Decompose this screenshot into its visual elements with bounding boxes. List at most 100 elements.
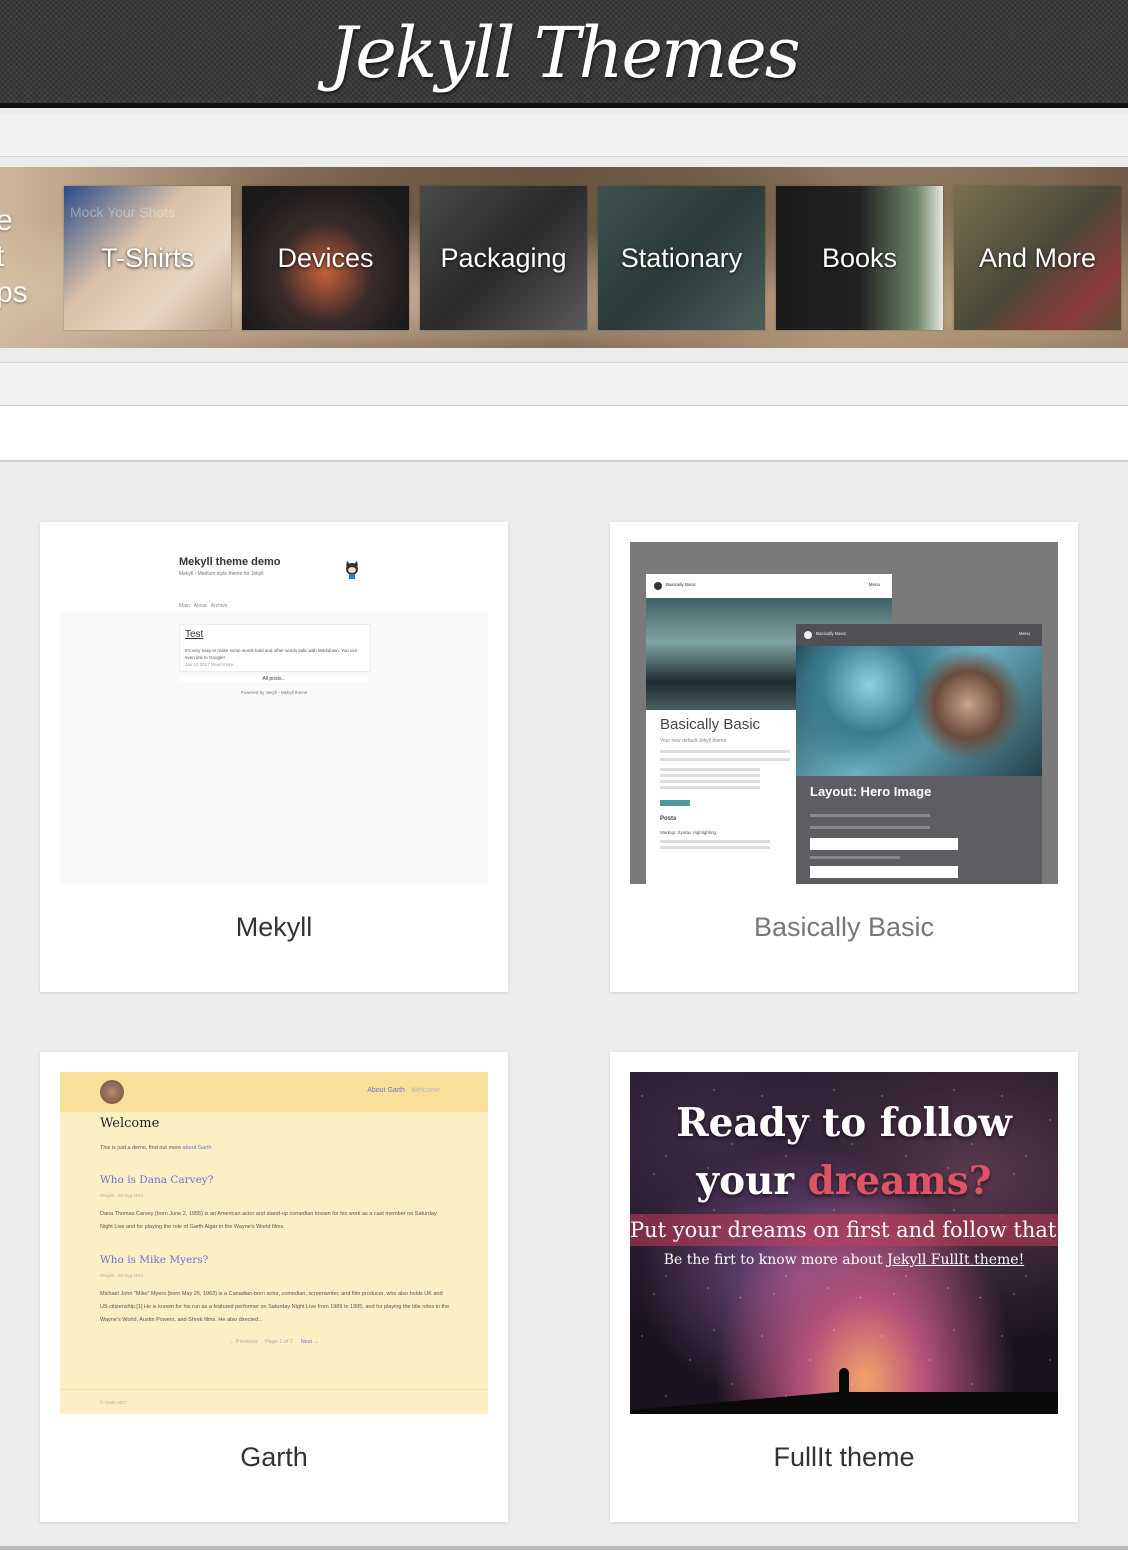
theme-card-garth[interactable]: About Garth Welcome Welcome This is just … — [40, 1052, 508, 1522]
text-line — [660, 786, 760, 789]
preview-navbar-dark: Basically Basic Menu — [796, 624, 1042, 646]
tile-label: And More — [978, 242, 1097, 273]
mockup-banner[interactable]: e t ps Mock Your Shots T-Shirts Devices … — [0, 167, 1128, 348]
preview-brand: Basically Basic — [816, 631, 847, 636]
mid-band — [0, 362, 1128, 407]
banner-tile-stationary[interactable]: Stationary — [598, 186, 765, 330]
preview-hero-title: Layout: Hero Image — [810, 784, 932, 799]
text-line — [810, 826, 930, 829]
page-bottom-divider — [0, 1546, 1128, 1550]
preview-post-meta: People · 26 Aug 2014 — [100, 1193, 144, 1198]
text-line — [660, 846, 770, 849]
tagline-link: Jekyll FullIt theme! — [887, 1252, 1025, 1268]
text-line — [810, 814, 930, 817]
theme-preview-garth[interactable]: About Garth Welcome Welcome This is just … — [60, 1072, 488, 1414]
preview-tagline: Be the firt to know more about Jekyll Fu… — [630, 1252, 1058, 1268]
preview-all-posts: All posts... — [179, 676, 369, 682]
avatar — [100, 1080, 124, 1104]
banner-tile-books[interactable]: Books — [776, 186, 943, 330]
banner-text-line: e — [0, 204, 13, 237]
preview-post-excerpt: Michael John "Mike" Myers (born May 25, … — [100, 1291, 450, 1323]
preview-nav-item: About — [193, 603, 207, 609]
preview-post: Test It's very easy to make some words b… — [179, 624, 371, 672]
tile-label: Books — [821, 242, 898, 273]
preview-menu: Menu — [1018, 631, 1030, 636]
preview-field — [810, 838, 958, 850]
tile-label: Packaging — [440, 242, 567, 273]
preview-brand: Basically Basic — [666, 582, 697, 587]
headline-highlight: dreams? — [807, 1158, 992, 1204]
preview-post-meta: Jan 10 2017 Read more... — [185, 662, 238, 667]
text-line — [810, 856, 900, 859]
preview-post-excerpt-text: It's very easy to make some words bold a… — [185, 648, 358, 660]
preview-intro: This is just a demo, find out more about… — [100, 1142, 450, 1155]
preview-nav-item: Main — [179, 603, 190, 609]
logo-icon — [654, 582, 662, 590]
preview-copyright: © Garth 2017 — [100, 1400, 128, 1405]
white-band — [0, 406, 1128, 462]
logo-icon — [804, 631, 812, 639]
preview-site-title: Mekyll theme demo — [179, 556, 281, 568]
person-silhouette — [839, 1368, 849, 1402]
preview-intro-text: This is just a demo, find out more — [100, 1145, 182, 1151]
top-band — [0, 114, 1128, 157]
tile-subtext: Mock Your Shots — [70, 204, 176, 220]
preview-menu: Menu — [868, 582, 880, 587]
theme-preview-basically-basic[interactable]: Basically Basic Menu Basically Basic You… — [630, 542, 1058, 884]
tag-button — [660, 800, 690, 806]
theme-name[interactable]: FullIt theme — [610, 1442, 1078, 1473]
headline-line: Ready to follow — [676, 1100, 1012, 1146]
divider — [60, 1389, 488, 1390]
preview-nav-active: About Garth — [367, 1087, 405, 1094]
theme-card-mekyll[interactable]: Mekyll theme demo Mekyll - Medium style … — [40, 522, 508, 992]
preview-subheadline: Put your dreams on first and follow that… — [630, 1214, 1058, 1246]
site-header: Jekyll Themes — [0, 0, 1128, 108]
theme-card-basically-basic[interactable]: Basically Basic Menu Basically Basic You… — [610, 522, 1078, 992]
text-line — [660, 780, 760, 783]
theme-card-fullit[interactable]: Ready to follow your dreams? Put your dr… — [610, 1052, 1078, 1522]
site-title[interactable]: Jekyll Themes — [0, 8, 1128, 98]
octocat-icon — [346, 561, 358, 579]
preview-header — [60, 542, 488, 612]
text-line — [660, 840, 770, 843]
preview-post-title: Markup: Syntax Highlighting — [660, 830, 717, 835]
tile-label: T-Shirts — [100, 242, 194, 273]
tile-label: Devices — [277, 242, 374, 273]
banner-tile-tshirts[interactable]: Mock Your Shots T-Shirts — [64, 186, 231, 330]
preview-field — [810, 866, 958, 878]
tagline-text: Be the firt to know more about — [663, 1252, 883, 1268]
preview-post-title: Test — [185, 629, 204, 640]
text-line — [660, 758, 790, 761]
banner-tile-packaging[interactable]: Packaging — [420, 186, 587, 330]
preview-nav: Main About Archive — [179, 603, 227, 609]
theme-name[interactable]: Garth — [40, 1442, 508, 1473]
text-line — [660, 750, 790, 753]
banner-tile-devices[interactable]: Devices — [242, 186, 409, 330]
theme-name[interactable]: Mekyll — [40, 912, 508, 943]
theme-preview-fullit[interactable]: Ready to follow your dreams? Put your dr… — [630, 1072, 1058, 1414]
preview-hero-photo — [796, 646, 1042, 776]
banner-partial-text: e t ps — [0, 203, 28, 311]
preview-nav: About Garth Welcome — [367, 1087, 440, 1094]
theme-preview-mekyll[interactable]: Mekyll theme demo Mekyll - Medium style … — [60, 542, 488, 884]
pager-status: Page 1 of 2 — [264, 1339, 294, 1345]
preview-headline: Ready to follow your dreams? — [630, 1094, 1058, 1210]
tile-label: Stationary — [620, 242, 743, 273]
preview-post-title: Who is Mike Myers? — [100, 1254, 209, 1266]
preview-window-2: Basically Basic Menu Layout: Hero Image — [796, 624, 1042, 884]
banner-tile-and-more[interactable]: And More — [954, 186, 1121, 330]
preview-section: Posts — [660, 816, 677, 822]
preview-nav-item: Welcome — [410, 1087, 440, 1094]
preview-tagline: Mekyll - Medium style theme for Jekyll — [179, 571, 264, 577]
preview-navbar: Basically Basic Menu — [646, 574, 892, 599]
preview-title: Basically Basic — [660, 716, 761, 733]
pager-prev: ← Previous — [228, 1339, 258, 1345]
banner-text-line: ps — [0, 276, 28, 309]
preview-post-excerpt: It's very easy to make some words bold a… — [185, 647, 360, 668]
banner-text-line: t — [0, 240, 5, 273]
preview-heading: Welcome — [100, 1116, 160, 1131]
text-line — [660, 768, 760, 771]
preview-nav-item: Archive — [210, 603, 228, 609]
theme-name[interactable]: Basically Basic — [610, 912, 1078, 943]
preview-post-meta: People · 26 Aug 2014 — [100, 1273, 144, 1278]
